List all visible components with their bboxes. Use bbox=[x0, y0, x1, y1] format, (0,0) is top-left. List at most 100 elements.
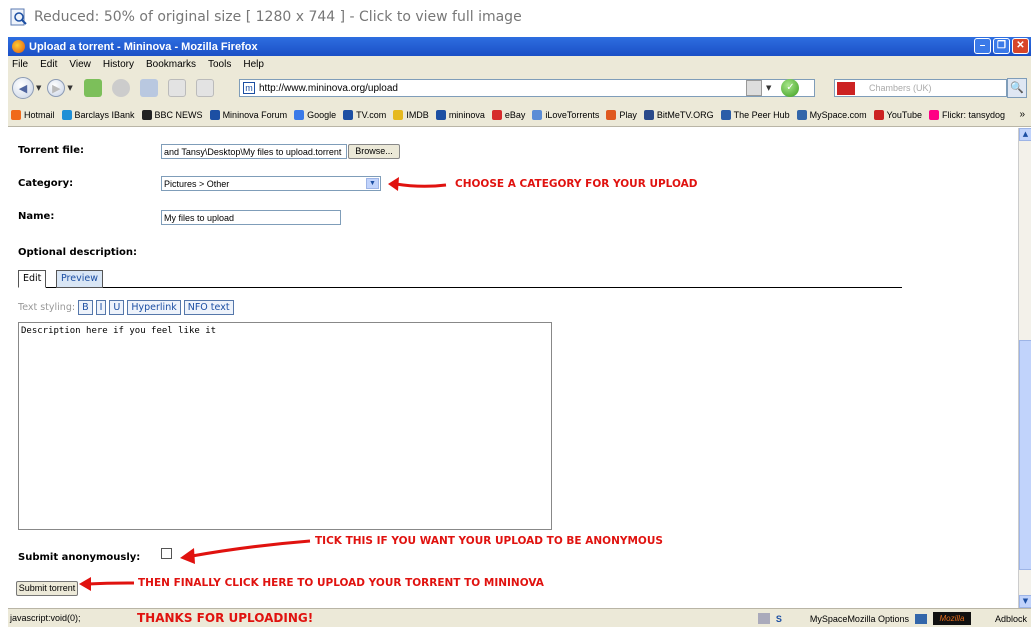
page-icon[interactable] bbox=[167, 79, 186, 97]
bookmark-item[interactable]: Mininova Forum bbox=[209, 109, 287, 120]
window-title: Upload a torrent - Mininova - Mozilla Fi… bbox=[29, 40, 258, 53]
bookmark-favicon-icon bbox=[606, 109, 617, 120]
vertical-scrollbar[interactable]: ▲ ▼ bbox=[1018, 128, 1031, 608]
bookmark-label: BitMeTV.ORG bbox=[656, 109, 714, 120]
menu-bar: File Edit View History Bookmarks Tools H… bbox=[8, 56, 1031, 73]
bold-button[interactable]: B bbox=[78, 300, 93, 315]
bookmarks-toolbar: Hotmail Barclays IBank BBC NEWS Mininova Fo… bbox=[8, 103, 1031, 127]
anonymous-checkbox[interactable] bbox=[161, 548, 172, 559]
description-label: Optional description: bbox=[18, 247, 138, 258]
search-engine-icon[interactable] bbox=[837, 81, 855, 95]
clipboard-icon[interactable] bbox=[195, 79, 214, 97]
menu-help[interactable]: Help bbox=[243, 59, 264, 70]
bookmark-label: mininova bbox=[448, 109, 485, 120]
bookmark-label: eBay bbox=[504, 109, 526, 120]
bookmark-favicon-icon bbox=[796, 109, 807, 120]
bookmark-item[interactable]: BitMeTV.ORG bbox=[643, 109, 714, 120]
reload-icon[interactable] bbox=[83, 79, 102, 97]
rss-dropdown-icon[interactable]: ▼ bbox=[766, 84, 771, 92]
bookmark-item[interactable]: Barclays IBank bbox=[61, 109, 135, 120]
hyperlink-button[interactable]: Hyperlink bbox=[127, 300, 181, 315]
bookmark-item[interactable]: eBay bbox=[491, 109, 526, 120]
site-favicon: m bbox=[243, 82, 255, 94]
bookmark-item[interactable]: BBC NEWS bbox=[141, 109, 203, 120]
text-styling-label: Text styling: bbox=[18, 302, 76, 313]
bookmark-item[interactable]: Play bbox=[606, 109, 637, 120]
search-icon[interactable]: 🔍 bbox=[1007, 78, 1027, 98]
name-input[interactable]: My files to upload bbox=[161, 210, 341, 225]
caption-text: Reduced: 50% of original size [ 1280 x 7… bbox=[34, 9, 522, 25]
bookmark-label: YouTube bbox=[886, 109, 923, 120]
anonymous-arrow bbox=[180, 539, 311, 564]
browse-button[interactable]: Browse... bbox=[348, 144, 400, 159]
scroll-thumb[interactable] bbox=[1019, 340, 1031, 570]
adblock-label[interactable]: Adblock bbox=[995, 614, 1027, 624]
myspace-options-label[interactable]: MySpaceMozilla Options bbox=[810, 614, 909, 624]
close-button[interactable]: ✕ bbox=[1012, 38, 1029, 54]
bookmark-item[interactable]: IMDB bbox=[393, 109, 429, 120]
bookmark-favicon-icon bbox=[532, 109, 543, 120]
submit-torrent-button[interactable]: Submit torrent bbox=[16, 581, 78, 596]
italic-button[interactable]: I bbox=[95, 300, 107, 315]
bookmark-label: BBC NEWS bbox=[154, 109, 203, 120]
image-caption[interactable]: Reduced: 50% of original size [ 1280 x 7… bbox=[0, 0, 1031, 34]
bookmark-label: Barclays IBank bbox=[74, 109, 135, 120]
bookmark-item[interactable]: TV.com bbox=[343, 109, 386, 120]
page-info-icon[interactable] bbox=[757, 613, 770, 624]
bookmark-favicon-icon bbox=[393, 109, 404, 120]
back-button[interactable]: ◀ bbox=[12, 77, 34, 99]
bookmarks-overflow-icon[interactable]: » bbox=[1019, 109, 1025, 120]
bookmark-item[interactable]: YouTube bbox=[873, 109, 923, 120]
bookmark-favicon-icon bbox=[491, 109, 502, 120]
rss-icon[interactable] bbox=[746, 80, 762, 96]
bookmark-favicon-icon bbox=[141, 109, 152, 120]
bookmark-favicon-icon bbox=[11, 109, 21, 120]
bookmark-favicon-icon bbox=[209, 109, 220, 120]
scroll-down-icon[interactable]: ▼ bbox=[1019, 595, 1031, 608]
tab-edit[interactable]: Edit bbox=[18, 270, 47, 288]
underline-button[interactable]: U bbox=[109, 300, 125, 315]
bookmark-item[interactable]: Hotmail bbox=[11, 109, 55, 120]
menu-edit[interactable]: Edit bbox=[40, 59, 57, 70]
bookmark-item[interactable]: iLoveTorrents bbox=[532, 109, 599, 120]
home-icon[interactable] bbox=[139, 79, 158, 97]
chevron-down-icon[interactable]: ▼ bbox=[366, 178, 379, 189]
bookmark-label: Google bbox=[307, 109, 337, 120]
minimize-button[interactable]: – bbox=[974, 38, 991, 54]
category-value: Pictures > Other bbox=[164, 178, 230, 189]
menu-history[interactable]: History bbox=[103, 59, 134, 70]
forward-dropdown-icon[interactable]: ▼ bbox=[67, 84, 72, 92]
window-titlebar[interactable]: Upload a torrent - Mininova - Mozilla Fi… bbox=[8, 37, 1031, 56]
menu-file[interactable]: File bbox=[12, 59, 28, 70]
forward-button[interactable]: ▶ bbox=[47, 79, 66, 97]
torrent-file-input[interactable]: and Tansy\Desktop\My files to upload.tor… bbox=[161, 144, 347, 159]
category-select[interactable]: Pictures > Other ▼ bbox=[161, 176, 381, 191]
bookmark-label: Flickr: tansydog bbox=[942, 109, 1006, 120]
menu-bookmarks[interactable]: Bookmarks bbox=[146, 59, 196, 70]
page-content: Torrent file: and Tansy\Desktop\My files… bbox=[8, 128, 1018, 608]
nfo-text-button[interactable]: NFO text bbox=[183, 300, 234, 315]
bookmark-item[interactable]: The Peer Hub bbox=[720, 109, 790, 120]
maximize-button[interactable]: ❐ bbox=[993, 38, 1010, 54]
thanks-annotation: THANKS FOR UPLOADING! bbox=[137, 611, 314, 625]
text-styling-toolbar: Text styling: B I U Hyperlink NFO text bbox=[18, 300, 234, 315]
bookmark-item[interactable]: Google bbox=[294, 109, 337, 120]
tab-preview[interactable]: Preview bbox=[56, 270, 103, 288]
menu-view[interactable]: View bbox=[69, 59, 91, 70]
scroll-up-icon[interactable]: ▲ bbox=[1019, 128, 1031, 141]
bookmark-favicon-icon bbox=[720, 109, 731, 120]
bookmark-item[interactable]: MySpace.com bbox=[796, 109, 867, 120]
url-bar[interactable]: m http://www.mininova.org/upload bbox=[239, 79, 815, 97]
anonymous-label: Submit anonymously: bbox=[18, 552, 141, 563]
anonymous-annotation: TICK THIS IF YOU WANT YOUR UPLOAD TO BE … bbox=[315, 535, 663, 547]
menu-tools[interactable]: Tools bbox=[208, 59, 231, 70]
stop-icon[interactable] bbox=[111, 79, 130, 97]
bookmark-favicon-icon bbox=[435, 109, 446, 120]
back-dropdown-icon[interactable]: ▼ bbox=[36, 84, 41, 92]
description-textarea[interactable]: Description here if you feel like it bbox=[18, 322, 552, 530]
s-icon[interactable]: S bbox=[776, 614, 782, 624]
search-box[interactable]: Chambers (UK) bbox=[834, 79, 1007, 97]
bookmark-item[interactable]: Flickr: tansydog bbox=[929, 109, 1006, 120]
go-icon[interactable]: ✓ bbox=[781, 79, 800, 97]
bookmark-item[interactable]: mininova bbox=[435, 109, 485, 120]
